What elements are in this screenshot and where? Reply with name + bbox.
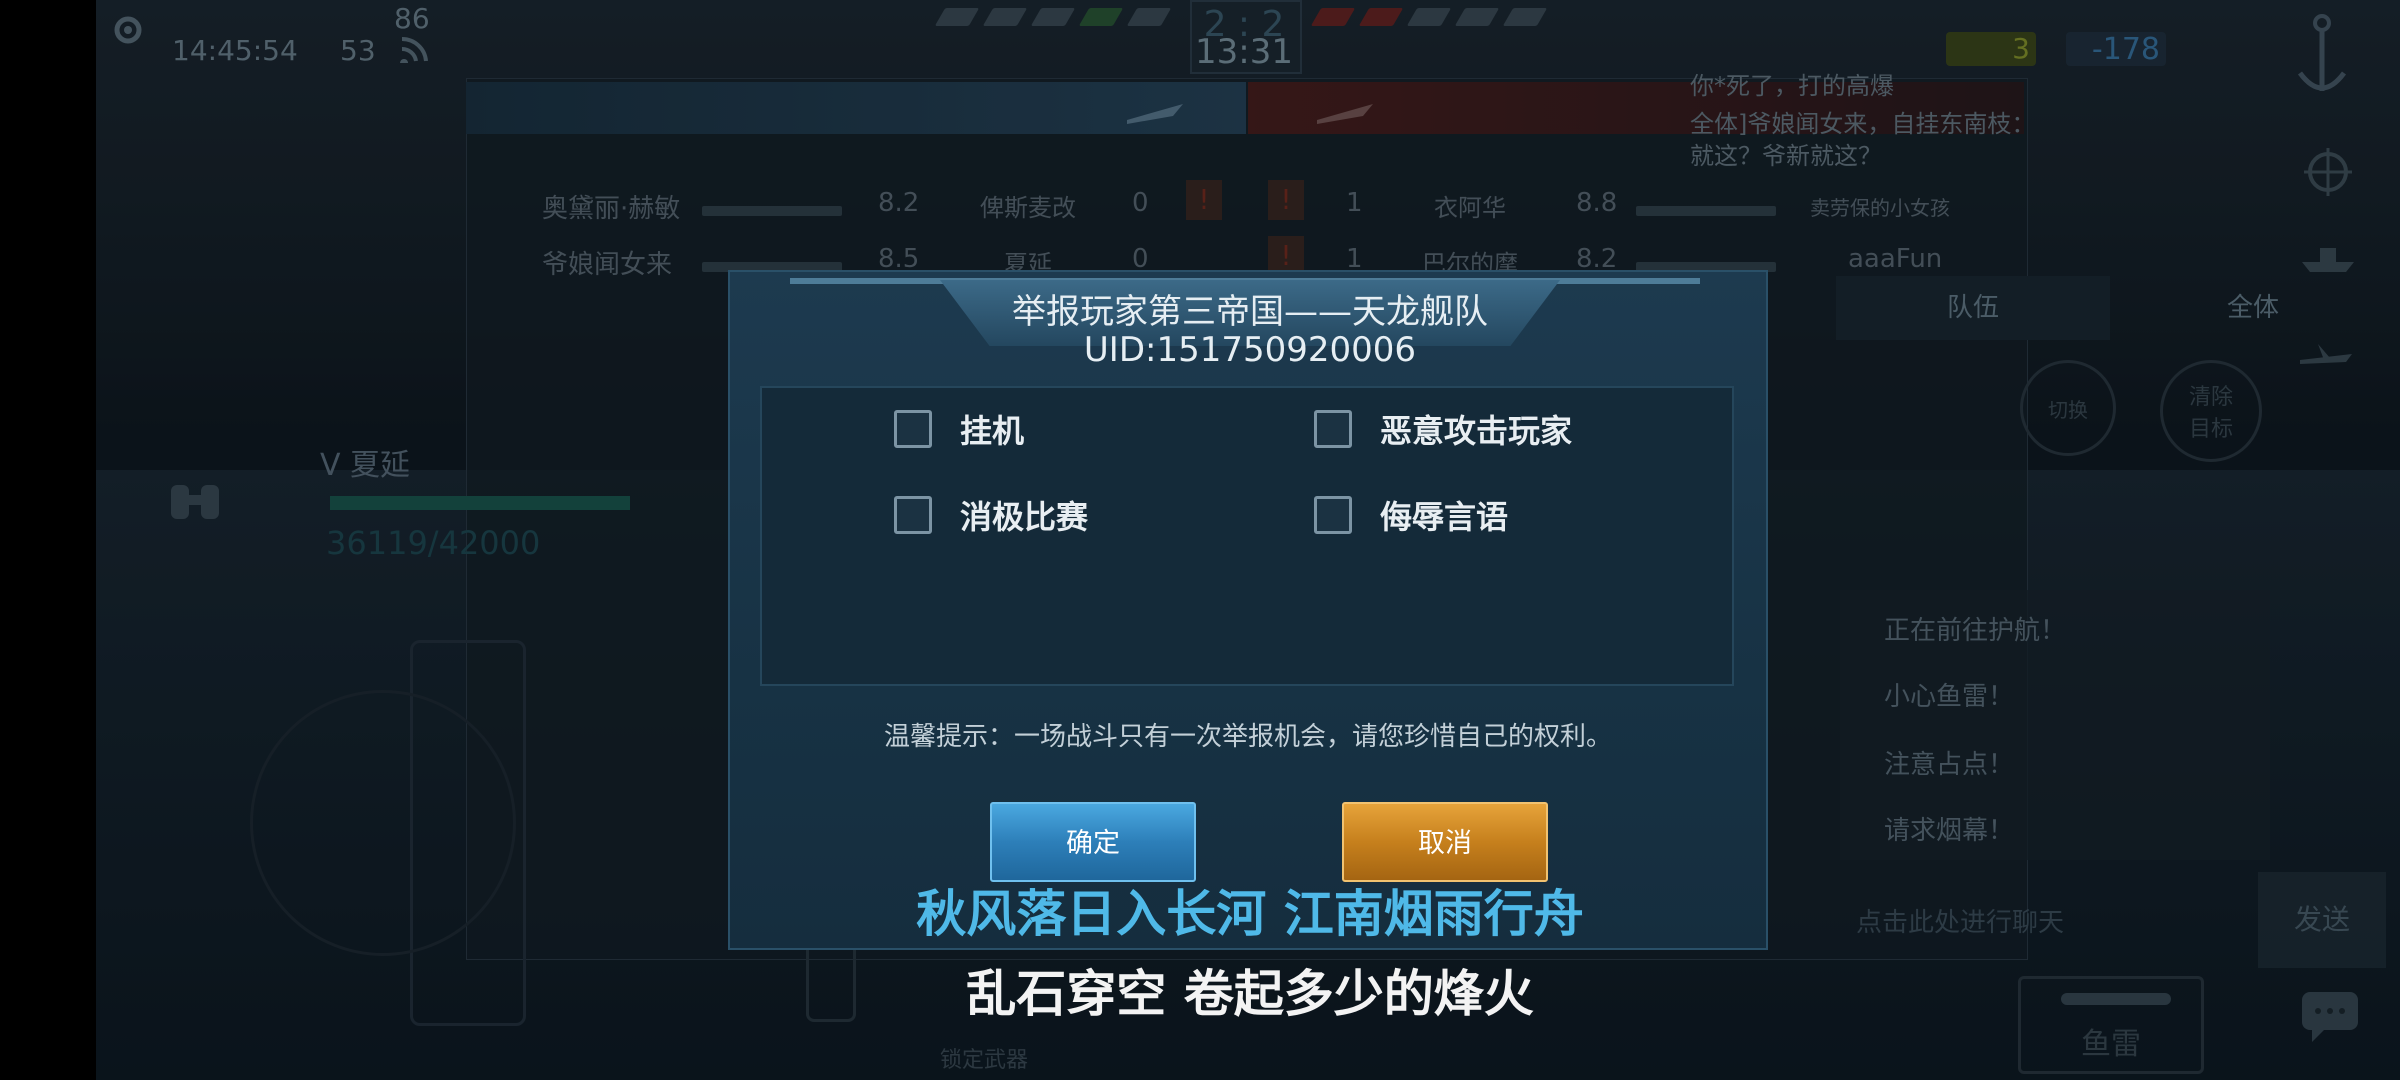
report-option-label: 挂机 <box>960 412 1025 450</box>
dialog-title: 举报玩家第三帝国——天龙舰队 <box>1012 292 1488 332</box>
report-option-label: 消极比赛 <box>960 498 1089 536</box>
report-option-label: 侮辱言语 <box>1380 498 1509 536</box>
report-option[interactable]: 恶意攻击玩家 <box>1314 406 1572 452</box>
lyric-line-1: 秋风落日入长河 江南烟雨行舟 <box>916 885 1584 943</box>
confirm-button[interactable]: 确定 <box>990 802 1196 882</box>
report-tip: 温馨提示：一场战斗只有一次举报机会，请您珍惜自己的权利。 <box>883 722 1612 752</box>
checkbox[interactable] <box>1314 410 1352 448</box>
checkbox[interactable] <box>1314 496 1352 534</box>
checkbox[interactable] <box>894 410 932 448</box>
dialog-uid: UID:151750920006 <box>1083 330 1417 370</box>
report-option-label: 恶意攻击玩家 <box>1380 412 1573 450</box>
report-option[interactable]: 侮辱言语 <box>1314 492 1508 538</box>
checkbox[interactable] <box>894 496 932 534</box>
lyric-line-2: 乱石穿空 卷起多少的烽火 <box>966 965 1534 1023</box>
report-option[interactable]: 消极比赛 <box>894 492 1088 538</box>
report-option[interactable]: 挂机 <box>894 406 1024 452</box>
cancel-button[interactable]: 取消 <box>1342 802 1548 882</box>
